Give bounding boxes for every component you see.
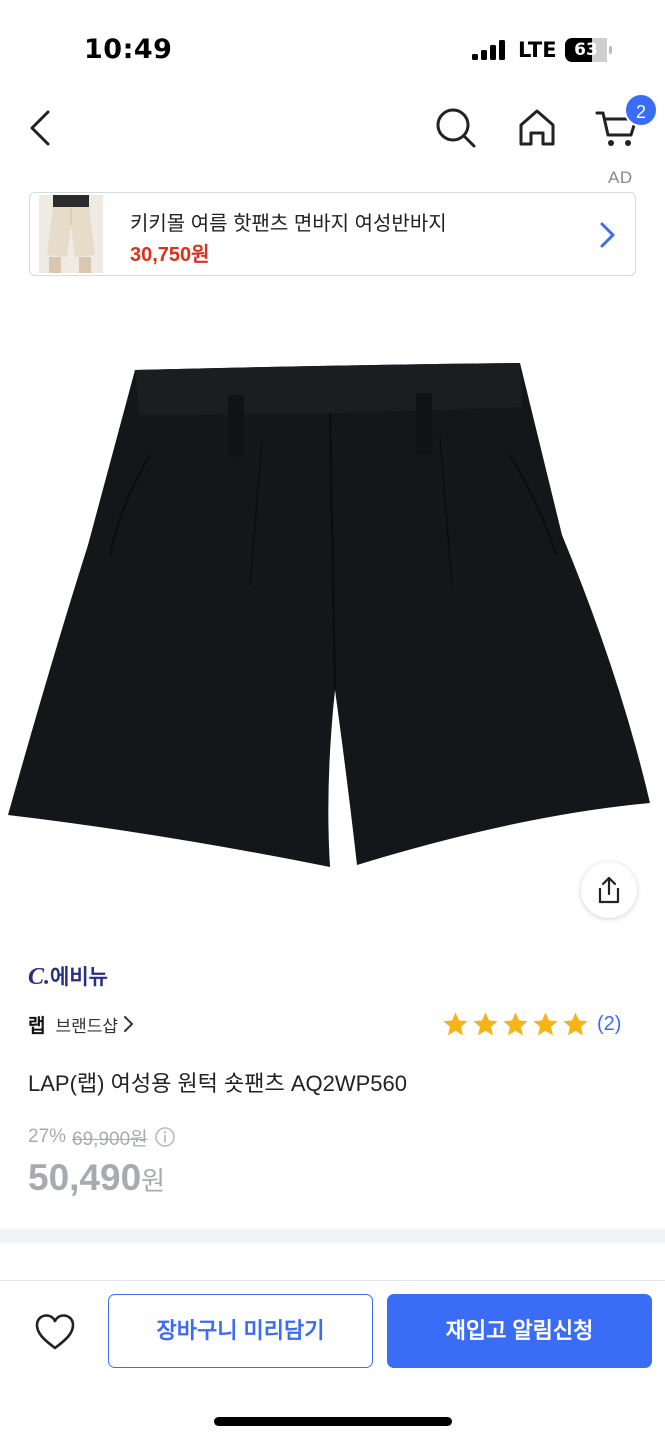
mall-logo-name: 에비뉴 (50, 966, 108, 989)
star-icon (533, 1011, 558, 1035)
ad-product-thumbnail (39, 195, 103, 273)
original-price: 69,900원 (72, 1128, 148, 1150)
star-icon (473, 1011, 498, 1035)
product-image (8, 363, 650, 867)
brand-shop-link[interactable]: 랩 브랜드샵 (28, 1010, 134, 1038)
restock-alert-button[interactable]: 재입고 알림신청 (387, 1294, 652, 1368)
ad-label: AD (608, 168, 633, 187)
discount-row: 27% 69,900원 (28, 1124, 176, 1150)
share-button[interactable] (581, 862, 637, 918)
cart-count-badge: 2 (624, 93, 658, 127)
discount-rate: 27% (28, 1126, 67, 1147)
star-icon (563, 1011, 588, 1035)
battery-level: 63 (574, 40, 598, 60)
info-icon[interactable] (154, 1126, 176, 1148)
sale-price: 50,490원 (28, 1157, 165, 1199)
product-title: LAP(랩) 여성용 원턱 숏팬츠 AQ2WP560 (28, 1071, 408, 1096)
signal-icon (472, 40, 505, 60)
search-icon[interactable] (432, 104, 478, 150)
sale-price-unit: 원 (141, 1166, 166, 1196)
sale-price-value: 50,490 (28, 1157, 142, 1198)
home-indicator (214, 1417, 452, 1426)
status-time: 10:49 (84, 34, 173, 65)
star-icon (503, 1011, 528, 1035)
ad-banner[interactable]: 키키몰 여름 핫팬츠 면바지 여성반바지 30,750원 (29, 192, 636, 276)
review-count: (2) (597, 1012, 622, 1035)
mall-logo-mark: C. (28, 964, 51, 990)
top-nav-bar (0, 96, 665, 160)
mall-logo: C.에비뉴 (28, 961, 108, 991)
network-label: LTE (518, 38, 557, 62)
add-to-cart-button[interactable]: 장바구니 미리담기 (108, 1294, 373, 1368)
brand-name: 랩 (28, 1015, 46, 1037)
brand-shop-label: 브랜드샵 (55, 1016, 119, 1036)
heart-icon[interactable] (33, 1311, 77, 1353)
home-icon[interactable] (514, 104, 560, 150)
chevron-right-icon (124, 1016, 134, 1032)
ad-price: 30,750원 (130, 244, 210, 266)
star-icon (443, 1011, 468, 1035)
share-icon (598, 876, 620, 904)
rating-stars (441, 1010, 591, 1039)
chevron-right-icon (600, 222, 615, 248)
rating[interactable]: (2) (441, 1008, 621, 1040)
back-icon[interactable] (22, 104, 58, 152)
status-bar: 10:49 LTE 63 (0, 0, 665, 96)
ad-title: 키키몰 여름 핫팬츠 면바지 여성반바지 (130, 213, 447, 235)
section-divider (0, 1229, 665, 1243)
